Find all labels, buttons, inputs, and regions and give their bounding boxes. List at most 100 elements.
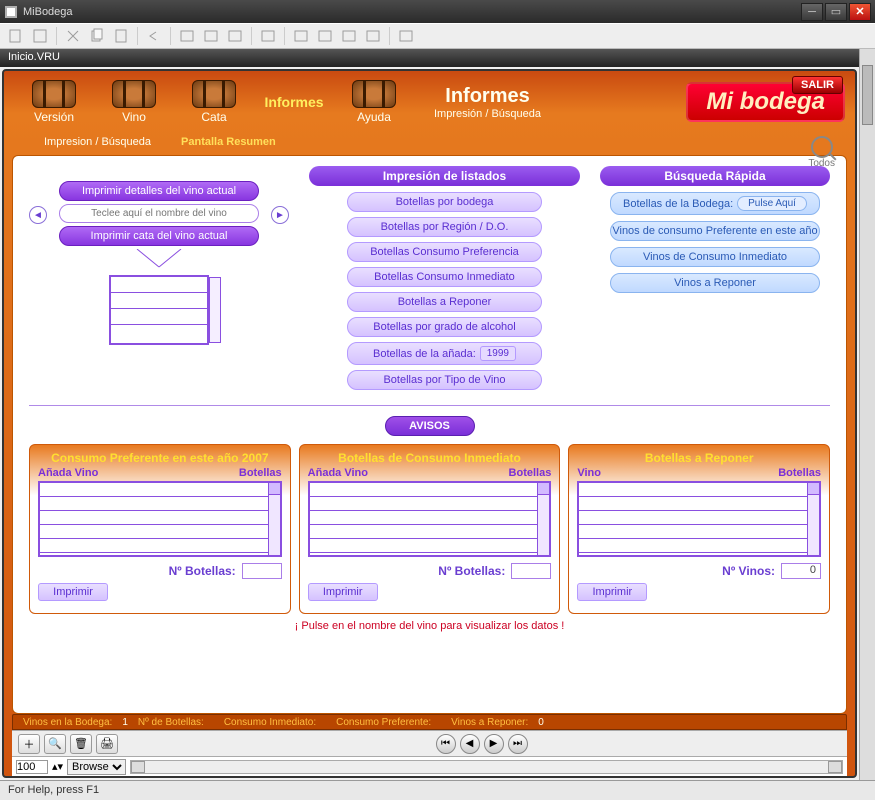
section-heading-sub: Impresión / Búsqueda xyxy=(434,108,541,120)
horizontal-scrollbar[interactable] xyxy=(130,760,843,774)
window-titlebar: MiBodega ─ ▭ ✕ xyxy=(0,0,875,23)
panel-reponer: Botellas a Reponer VinoBotellas Nº Vinos… xyxy=(568,444,830,614)
quick-reponer-button[interactable]: Vinos a Reponer xyxy=(610,273,820,293)
search-icon[interactable] xyxy=(811,136,833,158)
panel-scrollbar[interactable] xyxy=(268,483,280,555)
search-all-corner: Todos xyxy=(808,136,835,169)
panel-consumo-inmediato: Botellas de Consumo Inmediato Añada Vino… xyxy=(299,444,561,614)
toolbar-undo-icon[interactable] xyxy=(146,28,162,44)
toolbar-save-icon[interactable] xyxy=(32,28,48,44)
toolbar-misc5-icon[interactable] xyxy=(293,28,309,44)
subnav: Impresion / Búsqueda Pantalla Resumen xyxy=(4,133,855,151)
quick-inmediato-button[interactable]: Vinos de Consumo Inmediato xyxy=(610,247,820,267)
print-botellas-tipo-button[interactable]: Botellas por Tipo de Vino xyxy=(347,370,542,390)
quick-preferente-button[interactable]: Vinos de consumo Preferente en este año xyxy=(610,221,820,241)
panel-footer-label: Nº Vinos: xyxy=(722,564,775,578)
nav-ayuda[interactable]: Ayuda xyxy=(334,80,414,124)
print-botellas-consumo-pref-button[interactable]: Botellas Consumo Preferencia xyxy=(347,242,542,262)
hscroll-right-button[interactable] xyxy=(828,761,842,773)
nav-cata[interactable]: Cata xyxy=(174,80,254,124)
status-strip: Vinos en la Bodega:1 Nº de Botellas: Con… xyxy=(12,714,847,730)
toolbar-new-icon[interactable] xyxy=(8,28,24,44)
avisos-button[interactable]: AVISOS xyxy=(385,416,475,436)
section-heading-title: Informes xyxy=(434,85,541,108)
toolbar-misc3-icon[interactable] xyxy=(227,28,243,44)
panel-print-button[interactable]: Imprimir xyxy=(577,583,647,601)
media-prev-button[interactable]: ◀ xyxy=(460,734,480,754)
print-botellas-grado-button[interactable]: Botellas por grado de alcohol xyxy=(347,317,542,337)
lt-trash-icon[interactable]: 🗑 xyxy=(70,734,92,754)
toolbar-misc7-icon[interactable] xyxy=(341,28,357,44)
nav-ayuda-label: Ayuda xyxy=(357,110,391,124)
maximize-button[interactable]: ▭ xyxy=(825,3,847,21)
nav-vino[interactable]: Vino xyxy=(94,80,174,124)
print-botellas-consumo-inmed-button[interactable]: Botellas Consumo Inmediato xyxy=(347,267,542,287)
nav-vino-label: Vino xyxy=(122,110,146,124)
media-first-button[interactable]: ⏮ xyxy=(436,734,456,754)
minimize-button[interactable]: ─ xyxy=(801,3,823,21)
panel-col-anada: Añada Vino xyxy=(38,467,239,479)
quick-bodega-label: Botellas de la Bodega: xyxy=(623,198,733,210)
mini-list-scrollbar[interactable] xyxy=(209,277,221,343)
panel-print-button[interactable]: Imprimir xyxy=(38,583,108,601)
panel-footer-value xyxy=(511,563,551,579)
panel-title: Botellas de Consumo Inmediato xyxy=(308,451,552,465)
print-botellas-reponer-button[interactable]: Botellas a Reponer xyxy=(347,292,542,312)
panel-grid[interactable] xyxy=(577,481,821,557)
toolbar-cut-icon[interactable] xyxy=(65,28,81,44)
print-botellas-bodega-button[interactable]: Botellas por bodega xyxy=(347,192,542,212)
print-wine-details-button[interactable]: Imprimir detalles del vino actual xyxy=(59,181,259,201)
search-all-label[interactable]: Todos xyxy=(808,158,835,169)
media-last-button[interactable]: ⏭ xyxy=(508,734,528,754)
print-botellas-anada-button[interactable]: Botellas de la añada: 1999 xyxy=(347,342,542,365)
prev-wine-button[interactable]: ◄ xyxy=(29,206,47,224)
toolbar-misc8-icon[interactable] xyxy=(365,28,381,44)
toolbar-misc1-icon[interactable] xyxy=(179,28,195,44)
print-wine-cata-button[interactable]: Imprimir cata del vino actual xyxy=(59,226,259,246)
zoom-input[interactable] xyxy=(16,760,48,774)
panel-consumo-preferente: Consumo Preferente en este año 2007 Añad… xyxy=(29,444,291,614)
lt-add-icon[interactable]: ＋ xyxy=(18,734,40,754)
toolbar-misc6-icon[interactable] xyxy=(317,28,333,44)
nav-informes-label: Informes xyxy=(264,94,323,110)
panel-footer-label: Nº Botellas: xyxy=(438,564,505,578)
help-status-text: For Help, press F1 xyxy=(8,784,99,796)
panel-title: Botellas a Reponer xyxy=(577,451,821,465)
print-list-header: Impresión de listados xyxy=(309,166,580,186)
wine-name-input[interactable] xyxy=(59,204,259,223)
toolbar-copy-icon[interactable] xyxy=(89,28,105,44)
toolbar-misc4-icon[interactable] xyxy=(260,28,276,44)
panel-scrollbar[interactable] xyxy=(537,483,549,555)
hscroll-left-button[interactable] xyxy=(131,761,145,773)
print-botellas-region-button[interactable]: Botellas por Región / D.O. xyxy=(347,217,542,237)
panel-col-botellas: Botellas xyxy=(239,467,282,479)
wine-mini-list[interactable] xyxy=(109,275,209,345)
panel-col-botellas: Botellas xyxy=(509,467,552,479)
nav-version[interactable]: Versión xyxy=(14,80,94,124)
panel-col-botellas: Botellas xyxy=(778,467,821,479)
document-title: Inicio.VRU xyxy=(8,51,60,63)
toolbar-misc2-icon[interactable] xyxy=(203,28,219,44)
status-bodega-label: Vinos en la Bodega: xyxy=(23,717,112,728)
quick-bodega-button[interactable]: Pulse Aquí xyxy=(737,196,807,211)
panel-print-button[interactable]: Imprimir xyxy=(308,583,378,601)
subnav-pantalla-resumen[interactable]: Pantalla Resumen xyxy=(181,136,276,148)
nav-informes[interactable]: Informes xyxy=(254,94,334,110)
vertical-scrollbar[interactable] xyxy=(859,49,875,780)
lt-zoom-icon[interactable]: 🔍 xyxy=(44,734,66,754)
panel-grid[interactable] xyxy=(308,481,552,557)
close-button[interactable]: ✕ xyxy=(849,3,871,21)
toolbar-misc9-icon[interactable] xyxy=(398,28,414,44)
panel-grid[interactable] xyxy=(38,481,282,557)
media-next-button[interactable]: ▶ xyxy=(484,734,504,754)
mode-select[interactable]: Browse xyxy=(67,759,126,775)
panel-scrollbar[interactable] xyxy=(807,483,819,555)
salir-button[interactable]: SALIR xyxy=(792,76,843,94)
toolbar-paste-icon[interactable] xyxy=(113,28,129,44)
lt-print-icon[interactable]: 🖨 xyxy=(96,734,118,754)
subnav-impresion[interactable]: Impresion / Búsqueda xyxy=(44,136,151,148)
status-preferente-label: Consumo Preferente: xyxy=(336,717,431,728)
anada-year-field[interactable]: 1999 xyxy=(480,346,516,361)
next-wine-button[interactable]: ► xyxy=(271,206,289,224)
zoom-controls-icon[interactable]: ▴▾ xyxy=(52,760,63,773)
